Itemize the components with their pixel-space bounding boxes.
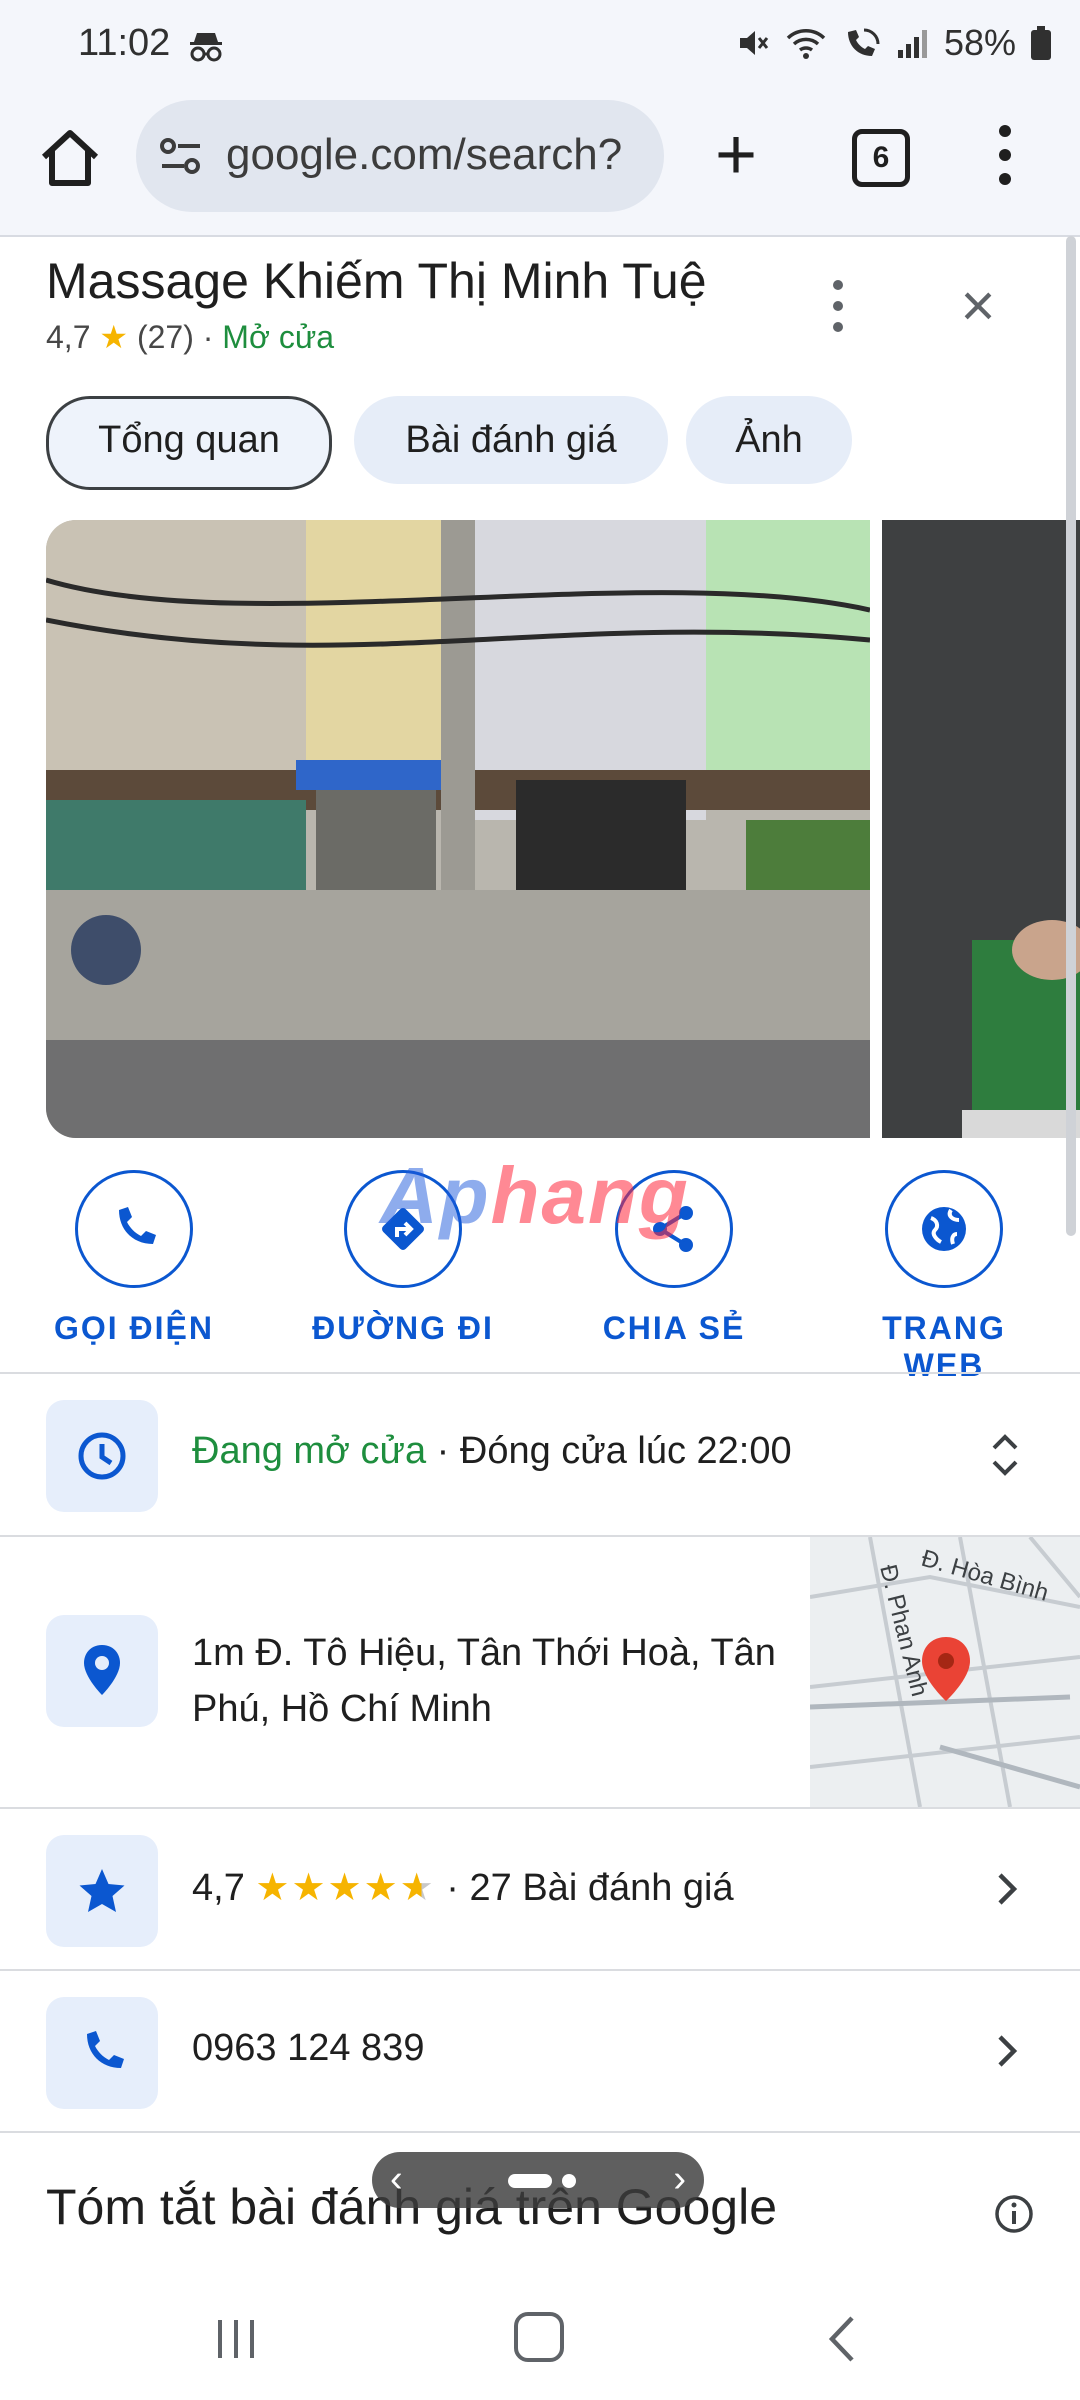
call-action[interactable]: GỌI ĐIỆN (34, 1170, 234, 1347)
home-nav-button[interactable] (514, 2312, 564, 2362)
rating-text: 4,7 ★★★★★ · 27 Bài đánh giá (192, 1865, 734, 1910)
info-icon[interactable] (994, 2194, 1034, 2234)
url-text: google.com/search? (226, 130, 623, 179)
phone-row[interactable]: 0963 124 839 (0, 1971, 1080, 2131)
tab-overview[interactable]: Tổng quan (46, 396, 332, 490)
rating-stars-icon: ★★★★★ (255, 1867, 436, 1909)
page-scrollbar[interactable] (1066, 236, 1076, 1236)
tab-photos[interactable]: Ảnh (686, 396, 852, 484)
place-title: Massage Khiếm Thị Minh Tuệ (46, 253, 707, 309)
open-status: Mở cửa (222, 319, 335, 355)
closing-time: · Đóng cửa lúc 22:00 (426, 1430, 792, 1472)
wifi-calling-icon (847, 28, 880, 56)
hours-row[interactable]: Đang mở cửa · Đóng cửa lúc 22:00 (0, 1374, 1080, 1536)
location-pin-icon (84, 1645, 120, 1695)
browser-menu-button[interactable] (995, 125, 1015, 195)
rating-value: 4,7 (46, 319, 91, 355)
home-button[interactable] (34, 123, 106, 195)
address-line-1: 1m Đ. Tô Hiệu, Tân Thới Hoà, Tân (192, 1632, 776, 1674)
star-icon (79, 1869, 125, 1912)
address-bar[interactable]: google.com/search? (136, 100, 664, 212)
pager-prev-button[interactable]: ‹ (390, 2158, 403, 2201)
clock: 11:02 (78, 22, 171, 64)
back-button[interactable] (822, 2314, 862, 2364)
reviews-row[interactable]: 4,7 ★★★★★ · 27 Bài đánh giá (0, 1809, 1080, 1969)
status-icons: 58% (736, 22, 1052, 64)
website-action[interactable]: TRANG WEB (844, 1170, 1044, 1384)
rating-icon-box (46, 1835, 158, 1947)
battery-icon (1031, 26, 1051, 60)
tab-reviews[interactable]: Bài đánh giá (354, 396, 668, 484)
review-count-label: 27 Bài đánh giá (469, 1867, 734, 1909)
clock-icon (78, 1432, 126, 1480)
recent-apps-button[interactable] (214, 2318, 258, 2360)
share-label: CHIA SẺ (602, 1310, 746, 1346)
more-options-button[interactable] (828, 280, 848, 340)
map-thumbnail[interactable]: Đ. Hòa Bình Đ. Phan Anh (810, 1537, 1080, 1807)
mute-icon (739, 31, 769, 55)
street-view-photo[interactable] (46, 520, 870, 1138)
address-icon-box (46, 1615, 158, 1727)
divider (0, 2131, 1080, 2133)
site-settings-icon[interactable] (158, 134, 204, 178)
new-tab-button[interactable]: + (700, 119, 772, 191)
address-text: 1m Đ. Tô Hiệu, Tân Thới Hoà, Tân Phú, Hồ… (192, 1625, 776, 1737)
globe-icon (922, 1207, 966, 1251)
expand-collapse-icon[interactable] (988, 1430, 1022, 1480)
pager-indicator (508, 2174, 552, 2188)
phone-icon (87, 2031, 124, 2068)
phone-icon-box (46, 1997, 158, 2109)
directions-label: ĐƯỜNG ĐI (312, 1310, 494, 1346)
star-icon: ★ (99, 319, 129, 355)
watermark-logo: Aphang (380, 1151, 690, 1240)
address-line-2: Phú, Hồ Chí Minh (192, 1688, 492, 1730)
hours-icon-box (46, 1400, 158, 1512)
separator: · (202, 319, 214, 355)
chevron-right-icon (998, 2035, 1018, 2067)
incognito-icon (190, 33, 222, 62)
close-button[interactable]: × (952, 276, 1004, 336)
place-rating-summary: 4,7 ★ (27) · Mở cửa (46, 318, 334, 356)
chevron-right-icon (998, 1873, 1018, 1905)
phone-number: 0963 124 839 (192, 2027, 425, 2069)
signal-icon (897, 30, 927, 58)
floating-pager: ‹ › (372, 2152, 704, 2208)
call-label: GỌI ĐIỆN (53, 1310, 214, 1346)
battery-level: 58% (943, 22, 1016, 63)
wifi-icon (786, 29, 826, 59)
pager-dot (562, 2174, 576, 2188)
rating-value: 4,7 (192, 1867, 245, 1909)
hours-text: Đang mở cửa · Đóng cửa lúc 22:00 (192, 1430, 792, 1473)
status-bar: 11:02 58% (0, 0, 1080, 95)
system-navigation-bar (0, 2270, 1080, 2400)
open-now-label: Đang mở cửa (192, 1430, 427, 1472)
review-count: (27) (136, 319, 194, 355)
tab-switcher-button[interactable]: 6 (852, 129, 910, 187)
interior-photo[interactable] (882, 520, 1080, 1138)
browser-toolbar: google.com/search? + 6 (0, 95, 1080, 237)
phone-icon (119, 1207, 156, 1244)
pager-next-button[interactable]: › (673, 2158, 686, 2201)
separator: · (446, 1867, 459, 1909)
